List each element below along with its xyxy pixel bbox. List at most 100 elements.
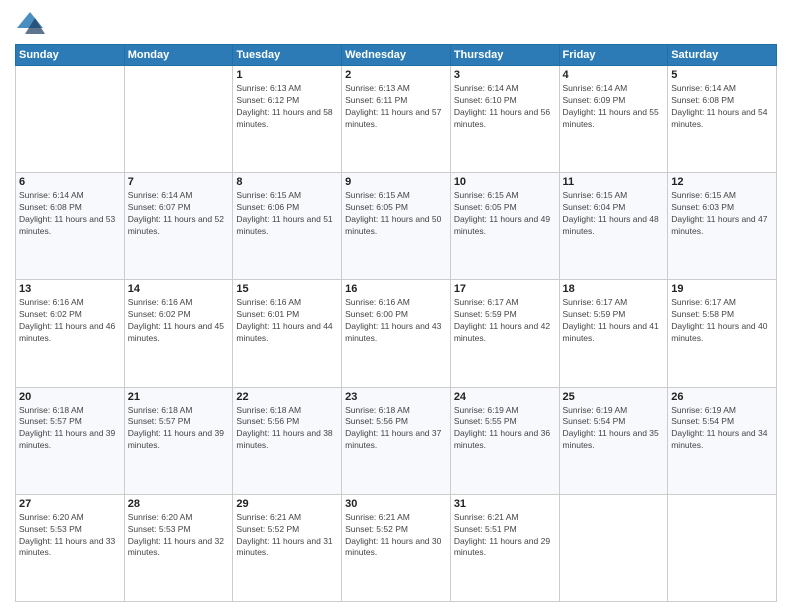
day-number: 18 [563, 283, 665, 295]
day-info: Sunrise: 6:14 AM Sunset: 6:07 PM Dayligh… [128, 190, 230, 238]
day-number: 1 [236, 69, 338, 81]
day-number: 31 [454, 498, 556, 510]
calendar-cell: 9 Sunrise: 6:15 AM Sunset: 6:05 PM Daylig… [342, 173, 451, 280]
calendar-cell: 21 Sunrise: 6:18 AM Sunset: 5:57 PM Dayli… [124, 387, 233, 494]
day-info: Sunrise: 6:14 AM Sunset: 6:08 PM Dayligh… [671, 83, 773, 131]
day-info: Sunrise: 6:16 AM Sunset: 6:00 PM Dayligh… [345, 297, 447, 345]
calendar-cell: 30Sunrise: 6:21 AM Sunset: 5:52 PM Dayli… [342, 494, 451, 601]
day-number: 20 [19, 391, 121, 403]
calendar-cell: 22Sunrise: 6:18 AM Sunset: 5:56 PM Dayli… [233, 387, 342, 494]
col-header-thursday: Thursday [450, 45, 559, 66]
day-number: 16 [345, 283, 447, 295]
calendar-cell: 29 Sunrise: 6:21 AM Sunset: 5:52 PM Dayli… [233, 494, 342, 601]
page: SundayMondayTuesdayWednesdayThursdayFrid… [0, 0, 792, 612]
calendar-cell: 5 Sunrise: 6:14 AM Sunset: 6:08 PM Daylig… [668, 66, 777, 173]
day-number: 28 [128, 498, 230, 510]
day-info: Sunrise: 6:20 AM Sunset: 5:53 PM Dayligh… [128, 512, 230, 560]
col-header-wednesday: Wednesday [342, 45, 451, 66]
calendar-week-3: 13 Sunrise: 6:16 AM Sunset: 6:02 PM Dayli… [16, 280, 777, 387]
day-info: Sunrise: 6:17 AM Sunset: 5:58 PM Dayligh… [671, 297, 773, 345]
calendar-cell [16, 66, 125, 173]
calendar-cell: 6 Sunrise: 6:14 AM Sunset: 6:08 PM Daylig… [16, 173, 125, 280]
calendar-table: SundayMondayTuesdayWednesdayThursdayFrid… [15, 44, 777, 602]
day-number: 2 [345, 69, 447, 81]
day-info: Sunrise: 6:13 AM Sunset: 6:12 PM Dayligh… [236, 83, 338, 131]
calendar-cell: 10 Sunrise: 6:15 AM Sunset: 6:05 PM Dayli… [450, 173, 559, 280]
calendar-header-row: SundayMondayTuesdayWednesdayThursdayFrid… [16, 45, 777, 66]
day-info: Sunrise: 6:18 AM Sunset: 5:57 PM Dayligh… [128, 405, 230, 453]
header [15, 10, 777, 38]
col-header-sunday: Sunday [16, 45, 125, 66]
day-info: Sunrise: 6:17 AM Sunset: 5:59 PM Dayligh… [563, 297, 665, 345]
col-header-saturday: Saturday [668, 45, 777, 66]
day-info: Sunrise: 6:16 AM Sunset: 6:01 PM Dayligh… [236, 297, 338, 345]
day-info: Sunrise: 6:14 AM Sunset: 6:08 PM Dayligh… [19, 190, 121, 238]
calendar-cell: 3Sunrise: 6:14 AM Sunset: 6:10 PM Daylig… [450, 66, 559, 173]
calendar-cell [559, 494, 668, 601]
calendar-cell: 23 Sunrise: 6:18 AM Sunset: 5:56 PM Dayli… [342, 387, 451, 494]
day-number: 14 [128, 283, 230, 295]
day-info: Sunrise: 6:15 AM Sunset: 6:05 PM Dayligh… [454, 190, 556, 238]
day-info: Sunrise: 6:14 AM Sunset: 6:10 PM Dayligh… [454, 83, 556, 131]
day-number: 21 [128, 391, 230, 403]
day-number: 13 [19, 283, 121, 295]
day-info: Sunrise: 6:21 AM Sunset: 5:52 PM Dayligh… [345, 512, 447, 560]
calendar-cell: 1 Sunrise: 6:13 AM Sunset: 6:12 PM Daylig… [233, 66, 342, 173]
day-info: Sunrise: 6:18 AM Sunset: 5:57 PM Dayligh… [19, 405, 121, 453]
day-number: 22 [236, 391, 338, 403]
day-number: 29 [236, 498, 338, 510]
day-info: Sunrise: 6:15 AM Sunset: 6:05 PM Dayligh… [345, 190, 447, 238]
day-number: 8 [236, 176, 338, 188]
day-number: 27 [19, 498, 121, 510]
calendar-cell: 15 Sunrise: 6:16 AM Sunset: 6:01 PM Dayli… [233, 280, 342, 387]
day-info: Sunrise: 6:13 AM Sunset: 6:11 PM Dayligh… [345, 83, 447, 131]
day-number: 15 [236, 283, 338, 295]
calendar-cell: 4 Sunrise: 6:14 AM Sunset: 6:09 PM Daylig… [559, 66, 668, 173]
day-info: Sunrise: 6:21 AM Sunset: 5:51 PM Dayligh… [454, 512, 556, 560]
calendar-cell: 7Sunrise: 6:14 AM Sunset: 6:07 PM Daylig… [124, 173, 233, 280]
calendar-cell: 16 Sunrise: 6:16 AM Sunset: 6:00 PM Dayli… [342, 280, 451, 387]
calendar-week-5: 27 Sunrise: 6:20 AM Sunset: 5:53 PM Dayli… [16, 494, 777, 601]
day-number: 23 [345, 391, 447, 403]
calendar-cell: 20 Sunrise: 6:18 AM Sunset: 5:57 PM Dayli… [16, 387, 125, 494]
calendar-cell: 28 Sunrise: 6:20 AM Sunset: 5:53 PM Dayli… [124, 494, 233, 601]
calendar-cell [124, 66, 233, 173]
day-number: 17 [454, 283, 556, 295]
calendar-week-4: 20 Sunrise: 6:18 AM Sunset: 5:57 PM Dayli… [16, 387, 777, 494]
day-number: 5 [671, 69, 773, 81]
col-header-friday: Friday [559, 45, 668, 66]
day-number: 4 [563, 69, 665, 81]
day-number: 10 [454, 176, 556, 188]
calendar-cell: 24 Sunrise: 6:19 AM Sunset: 5:55 PM Dayli… [450, 387, 559, 494]
day-number: 12 [671, 176, 773, 188]
day-number: 24 [454, 391, 556, 403]
logo [15, 10, 47, 38]
day-info: Sunrise: 6:21 AM Sunset: 5:52 PM Dayligh… [236, 512, 338, 560]
day-number: 9 [345, 176, 447, 188]
calendar-cell: 12 Sunrise: 6:15 AM Sunset: 6:03 PM Dayli… [668, 173, 777, 280]
calendar-week-2: 6 Sunrise: 6:14 AM Sunset: 6:08 PM Daylig… [16, 173, 777, 280]
calendar-cell: 31 Sunrise: 6:21 AM Sunset: 5:51 PM Dayli… [450, 494, 559, 601]
day-info: Sunrise: 6:15 AM Sunset: 6:04 PM Dayligh… [563, 190, 665, 238]
calendar-cell: 8 Sunrise: 6:15 AM Sunset: 6:06 PM Daylig… [233, 173, 342, 280]
day-info: Sunrise: 6:18 AM Sunset: 5:56 PM Dayligh… [345, 405, 447, 453]
day-number: 19 [671, 283, 773, 295]
day-number: 6 [19, 176, 121, 188]
calendar-cell: 2 Sunrise: 6:13 AM Sunset: 6:11 PM Daylig… [342, 66, 451, 173]
day-info: Sunrise: 6:15 AM Sunset: 6:06 PM Dayligh… [236, 190, 338, 238]
day-info: Sunrise: 6:19 AM Sunset: 5:55 PM Dayligh… [454, 405, 556, 453]
calendar-cell: 27 Sunrise: 6:20 AM Sunset: 5:53 PM Dayli… [16, 494, 125, 601]
day-info: Sunrise: 6:14 AM Sunset: 6:09 PM Dayligh… [563, 83, 665, 131]
calendar-cell: 25 Sunrise: 6:19 AM Sunset: 5:54 PM Dayli… [559, 387, 668, 494]
day-info: Sunrise: 6:16 AM Sunset: 6:02 PM Dayligh… [128, 297, 230, 345]
col-header-tuesday: Tuesday [233, 45, 342, 66]
day-info: Sunrise: 6:15 AM Sunset: 6:03 PM Dayligh… [671, 190, 773, 238]
day-number: 25 [563, 391, 665, 403]
calendar-cell: 11Sunrise: 6:15 AM Sunset: 6:04 PM Dayli… [559, 173, 668, 280]
day-number: 26 [671, 391, 773, 403]
day-info: Sunrise: 6:20 AM Sunset: 5:53 PM Dayligh… [19, 512, 121, 560]
day-info: Sunrise: 6:19 AM Sunset: 5:54 PM Dayligh… [563, 405, 665, 453]
col-header-monday: Monday [124, 45, 233, 66]
logo-icon [15, 10, 45, 38]
day-info: Sunrise: 6:17 AM Sunset: 5:59 PM Dayligh… [454, 297, 556, 345]
